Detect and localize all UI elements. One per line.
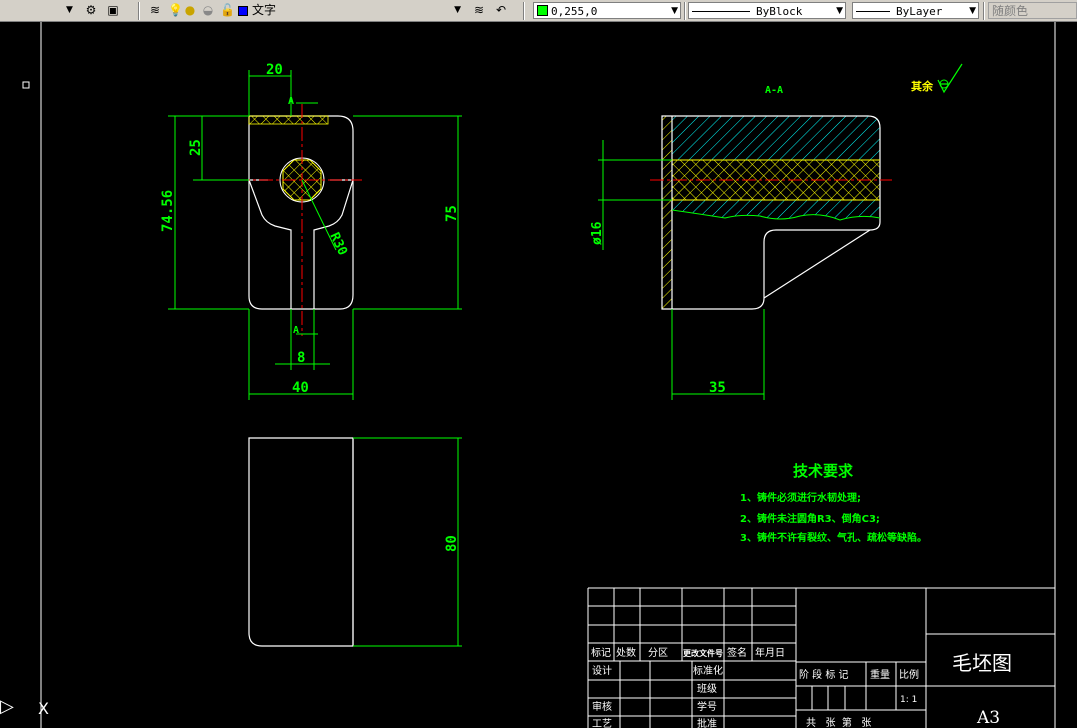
layer-name: 文字 <box>252 3 277 17</box>
section-cyan-hatch <box>672 116 880 160</box>
tech-req-line-2: 2、铸件未注圆角R3、倒角C3; <box>740 512 880 525</box>
tb-pizhun: 批准 <box>697 717 717 728</box>
match-properties-icon[interactable]: ⚙ <box>82 1 100 19</box>
layer-manager-icon[interactable]: ≋ <box>146 1 164 19</box>
tb-chushu: 处数 <box>616 646 636 659</box>
tb-sheet-size: A3 <box>976 708 1000 728</box>
plotstyle-control-combo[interactable]: 随颜色 <box>988 2 1077 19</box>
layer-freeze-sun-icon[interactable]: ● <box>184 1 196 19</box>
color-control-combo[interactable]: 0,255,0 ▼ <box>533 2 681 19</box>
grip-box[interactable] <box>22 81 30 89</box>
tech-req-line-3: 3、铸件不许有裂纹、气孔、疏松等缺陷。 <box>740 531 927 544</box>
front-view-centerlines <box>236 104 362 336</box>
tb-sheji: 设计 <box>592 664 612 677</box>
layer-previous-icon[interactable]: ▣ <box>104 1 122 19</box>
dim-r30: R30 <box>326 230 350 258</box>
tb-shenhe: 审核 <box>592 700 612 713</box>
linetype-value: ByBlock <box>756 5 803 18</box>
dim-20: 20 <box>266 62 283 78</box>
section-cyan-hatch-lower <box>672 200 880 220</box>
linetype-control-combo[interactable]: ByBlock ▼ <box>688 2 846 19</box>
chevron-down-icon[interactable]: ▼ <box>969 3 976 18</box>
chevron-down-icon[interactable]: ▼ <box>454 2 461 19</box>
chevron-down-icon[interactable]: ▼ <box>836 3 843 18</box>
tb-biaozhunhua: 标准化 <box>693 664 723 677</box>
tb-biaoji: 标记 <box>591 647 611 659</box>
tb-banji: 班级 <box>697 683 717 695</box>
tb-genggai: 更改文件号 <box>683 648 723 658</box>
section-left-wall-hatch <box>662 116 672 309</box>
dim-25: 25 <box>188 139 204 156</box>
tb-jieduan: 阶 段 标 记 <box>799 668 849 681</box>
lineweight-value: ByLayer <box>896 5 943 18</box>
dim-74-56: 74.56 <box>160 190 176 232</box>
color-swatch <box>537 5 548 16</box>
front-view-top-hatch <box>248 115 329 125</box>
make-object-layer-current-icon[interactable]: ≋ <box>470 1 488 19</box>
dim-dia-16: ø16 <box>590 221 605 245</box>
linetype-sample-line <box>692 11 750 12</box>
tb-gongzhang: 共 张 第 张 <box>806 716 871 728</box>
section-mark-a-top: A <box>288 96 294 107</box>
dim-40: 40 <box>292 380 309 396</box>
toolbar-dropdown-arrow[interactable]: ▼ <box>66 2 76 19</box>
dim-8: 8 <box>297 350 305 366</box>
section-mark-a-bottom: A <box>293 325 299 336</box>
tb-xuehao: 学号 <box>697 700 717 713</box>
layer-viewport-freeze-icon[interactable]: ◒ <box>202 1 214 19</box>
tech-req-line-1: 1、铸件必须进行水韧处理; <box>740 491 861 504</box>
layer-on-bulb-icon[interactable]: 💡 <box>168 1 183 19</box>
drawing-canvas[interactable]: ▷ X 20 25 74.56 75 R30 8 40 A A 80 A-A ø… <box>0 22 1077 728</box>
tb-nianyueri: 年月日 <box>755 646 785 659</box>
layer-color-swatch <box>238 6 248 16</box>
front-view-dimension-text: 20 25 74.56 75 R30 8 40 A A <box>160 62 460 396</box>
ucs-icon: ▷ <box>0 696 14 717</box>
front-view <box>248 115 354 310</box>
section-title-a-a: A-A <box>765 85 783 96</box>
tb-bili-val: 1: 1 <box>900 695 917 705</box>
ucs-x-axis-label: X <box>38 699 49 718</box>
tech-req-title: 技术要求 <box>793 462 854 480</box>
dim-75: 75 <box>444 205 460 222</box>
roughness-label: 其余 <box>911 79 934 93</box>
tb-zhongliang: 重量 <box>870 668 890 681</box>
tb-bili: 比例 <box>899 668 919 681</box>
layer-lock-icon[interactable]: 🔓 <box>220 1 235 19</box>
chevron-down-icon[interactable]: ▼ <box>671 3 678 18</box>
layer-previous-icon[interactable]: ↶ <box>492 1 510 19</box>
tb-qianming: 签名 <box>727 646 747 659</box>
layer-name-combo[interactable]: 文字 ▼ <box>252 2 464 19</box>
color-value: 0,255,0 <box>551 5 598 18</box>
lineweight-control-combo[interactable]: ByLayer ▼ <box>852 2 979 19</box>
properties-toolbar: ▼ ⚙ ▣ ≋ 💡 ● ◒ 🔓 文字 ▼ ≋ ↶ 0,255,0 ▼ ByBlo… <box>0 0 1077 22</box>
tb-drawing-name: 毛坯图 <box>952 651 1012 675</box>
tb-gongyi: 工艺 <box>592 718 612 728</box>
lineweight-sample-line <box>856 11 890 12</box>
plotstyle-value: 随颜色 <box>992 4 1029 18</box>
dim-80: 80 <box>444 535 460 552</box>
tb-fenqu: 分区 <box>648 647 668 659</box>
dim-35: 35 <box>709 380 726 396</box>
bottom-view <box>248 437 354 647</box>
